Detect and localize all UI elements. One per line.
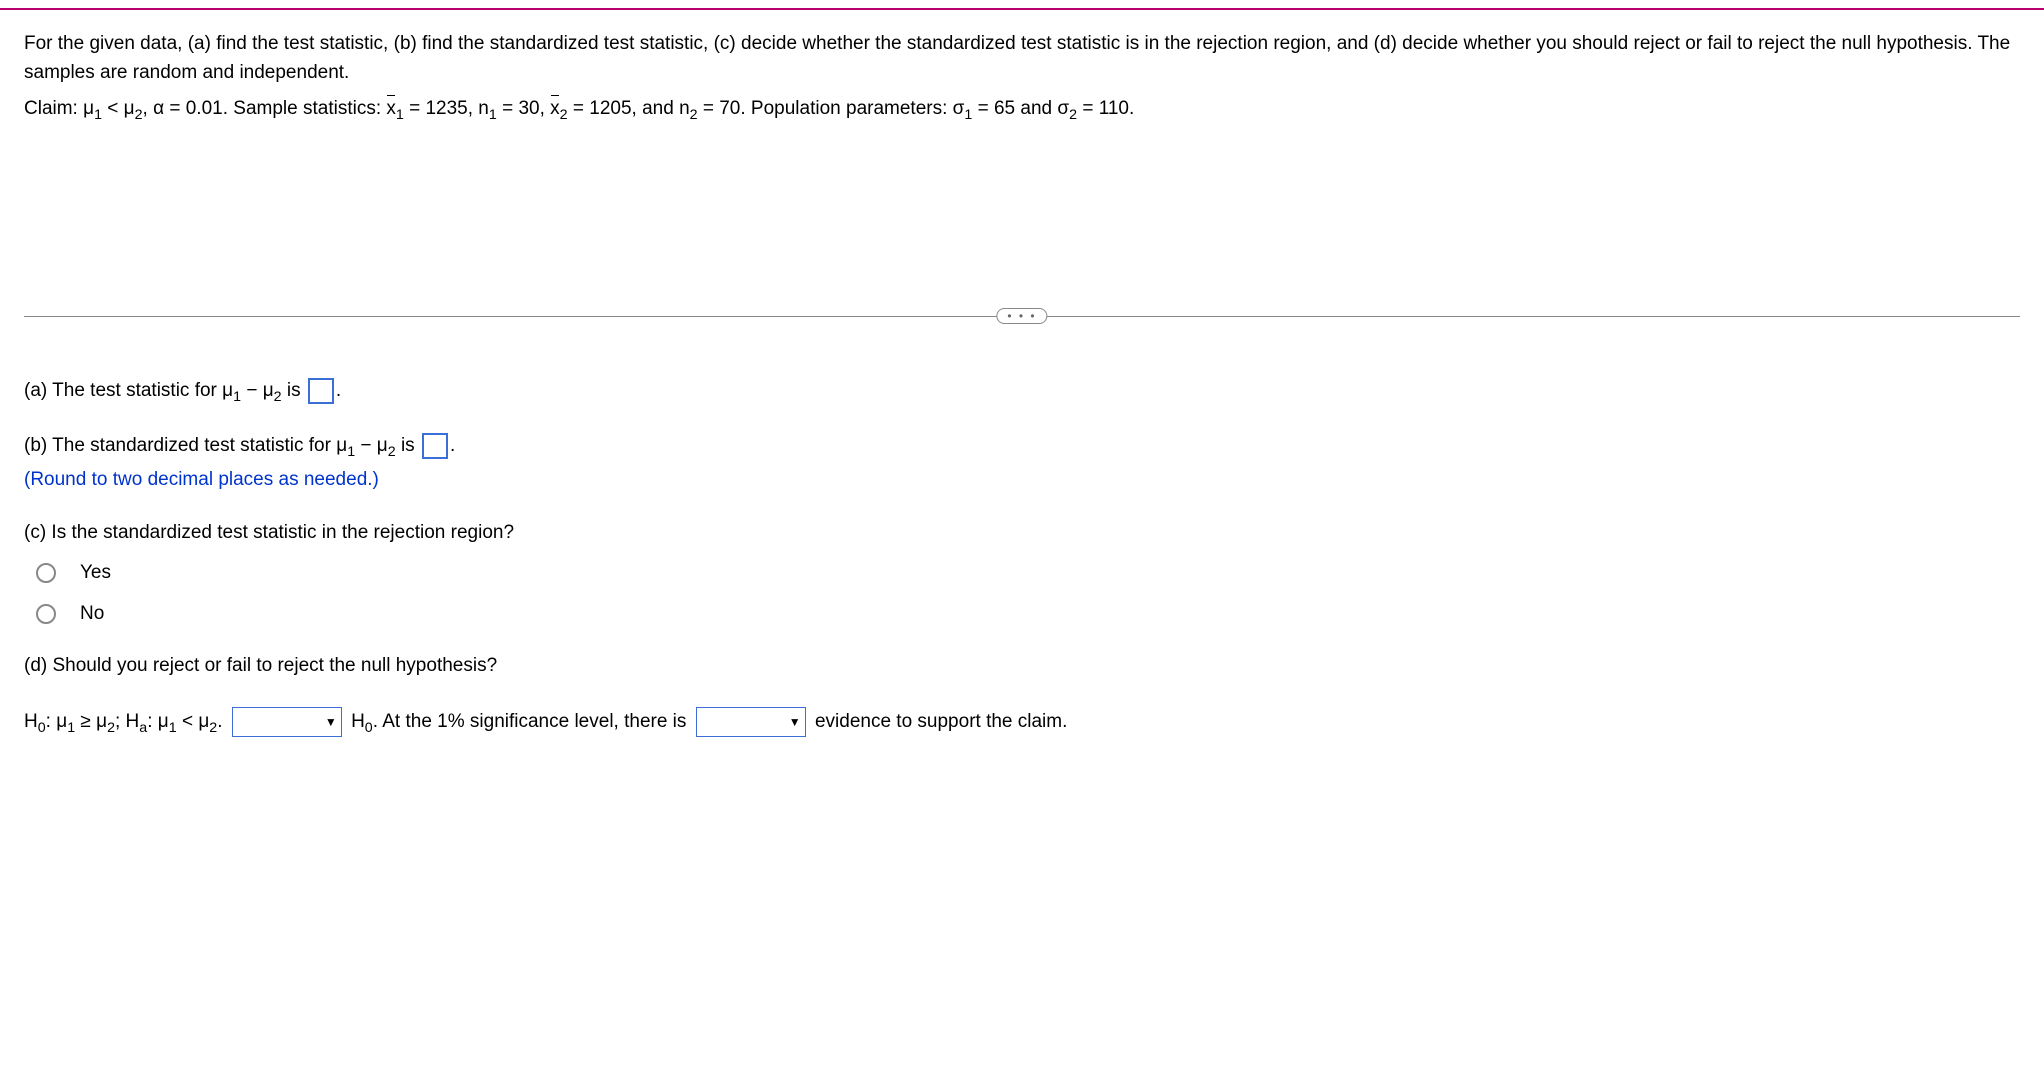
question-container: For the given data, (a) find the test st… bbox=[0, 8, 2044, 763]
claim-sub2: 2 bbox=[135, 107, 143, 123]
part-b: (b) The standardized test statistic for … bbox=[24, 431, 2020, 496]
radio-yes[interactable]: Yes bbox=[36, 558, 2020, 588]
h0-sub: 0 bbox=[38, 720, 46, 736]
radio-no-label: No bbox=[80, 599, 104, 629]
h0-ge: ≥ μ bbox=[75, 711, 107, 732]
chevron-down-icon: ▼ bbox=[789, 710, 801, 734]
part-b-sub2: 2 bbox=[388, 444, 396, 460]
reject-dropdown[interactable]: ▼ bbox=[232, 707, 342, 737]
n2-sub: 2 bbox=[690, 107, 698, 123]
radio-no[interactable]: No bbox=[36, 599, 2020, 629]
part-b-input[interactable] bbox=[422, 433, 448, 459]
radio-circle-icon bbox=[36, 604, 56, 624]
ha-colon: : μ bbox=[147, 711, 169, 732]
claim-text: Claim: μ bbox=[24, 98, 94, 119]
part-a-sub1: 1 bbox=[233, 389, 241, 405]
n1-sub: 1 bbox=[489, 107, 497, 123]
xbar2: x bbox=[550, 95, 560, 124]
part-a-is: is bbox=[282, 380, 306, 401]
h0-colon: : μ bbox=[46, 711, 68, 732]
part-a-period: . bbox=[336, 380, 341, 401]
xbar2-sub: 2 bbox=[560, 107, 568, 123]
ha-lt: < μ bbox=[177, 711, 210, 732]
problem-intro: For the given data, (a) find the test st… bbox=[24, 30, 2020, 87]
n1-val: = 30, bbox=[497, 98, 550, 119]
h0-prefix: H bbox=[24, 711, 38, 732]
expand-pill[interactable]: • • • bbox=[996, 308, 1047, 324]
sigma2-sub: 2 bbox=[1069, 107, 1077, 123]
mid1-a: H bbox=[351, 711, 365, 732]
claim-alpha: , α = 0.01. Sample statistics: bbox=[143, 98, 387, 119]
n2-val: = 70. Population parameters: σ bbox=[698, 98, 965, 119]
part-d: (d) Should you reject or fail to reject … bbox=[24, 651, 2020, 681]
mid2: evidence to support the claim. bbox=[815, 711, 1067, 732]
h0-mu1: 1 bbox=[67, 720, 75, 736]
ha-mu1: 1 bbox=[169, 720, 177, 736]
section-divider: • • • bbox=[24, 306, 2020, 326]
part-a-input[interactable] bbox=[308, 378, 334, 404]
radio-circle-icon bbox=[36, 563, 56, 583]
part-b-hint: (Round to two decimal places as needed.) bbox=[24, 465, 2020, 495]
h0-semi: ; H bbox=[115, 711, 139, 732]
part-b-period: . bbox=[450, 435, 455, 456]
part-c: (c) Is the standardized test statistic i… bbox=[24, 518, 2020, 629]
xbar1-val: = 1235, n bbox=[404, 98, 489, 119]
part-a: (a) The test statistic for μ1 − μ2 is . bbox=[24, 376, 2020, 409]
conclusion-line: H0: μ1 ≥ μ2; Ha: μ1 < μ2. ▼ H0. At the 1… bbox=[24, 703, 2020, 742]
xbar1-sub: 1 bbox=[396, 107, 404, 123]
evidence-dropdown[interactable]: ▼ bbox=[696, 707, 806, 737]
part-b-sub1: 1 bbox=[347, 444, 355, 460]
xbar2-val: = 1205, and n bbox=[568, 98, 690, 119]
part-c-text: (c) Is the standardized test statistic i… bbox=[24, 518, 2020, 548]
ha-period: . bbox=[217, 711, 228, 732]
part-c-options: Yes No bbox=[24, 558, 2020, 629]
sigma2-val: = 110. bbox=[1077, 98, 1134, 119]
part-b-minus: − μ bbox=[355, 435, 388, 456]
chevron-down-icon: ▼ bbox=[325, 710, 337, 734]
claim-line: Claim: μ1 < μ2, α = 0.01. Sample statist… bbox=[24, 95, 2020, 126]
part-a-prefix: (a) The test statistic for μ bbox=[24, 380, 233, 401]
radio-yes-label: Yes bbox=[80, 558, 111, 588]
part-d-text: (d) Should you reject or fail to reject … bbox=[24, 651, 2020, 681]
part-b-is: is bbox=[396, 435, 420, 456]
part-a-minus: − μ bbox=[241, 380, 274, 401]
part-a-sub2: 2 bbox=[274, 389, 282, 405]
xbar1: x bbox=[386, 95, 396, 124]
mid1-b: . At the 1% significance level, there is bbox=[373, 711, 692, 732]
claim-sub1: 1 bbox=[94, 107, 102, 123]
h0-mu2: 2 bbox=[107, 720, 115, 736]
part-b-prefix: (b) The standardized test statistic for … bbox=[24, 435, 347, 456]
mid1-sub: 0 bbox=[365, 720, 373, 736]
sigma1-val: = 65 and σ bbox=[972, 98, 1069, 119]
claim-lt: < μ bbox=[102, 98, 135, 119]
